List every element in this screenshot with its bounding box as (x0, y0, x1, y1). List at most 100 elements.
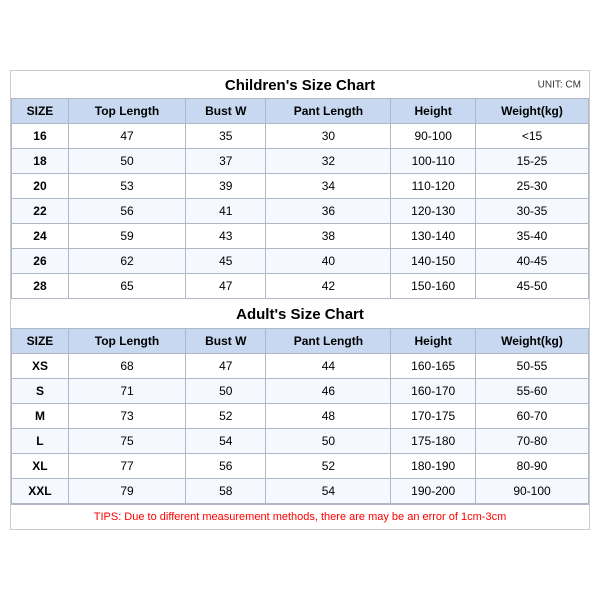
tips-text: TIPS: Due to different measurement metho… (94, 511, 506, 523)
data-cell: 170-175 (391, 404, 476, 429)
size-cell: 26 (12, 249, 69, 274)
data-cell: 50 (68, 149, 185, 174)
data-cell: 50 (266, 429, 391, 454)
data-cell: 47 (68, 124, 185, 149)
data-cell: 30-35 (476, 199, 589, 224)
size-cell: XXL (12, 479, 69, 504)
data-cell: 36 (266, 199, 391, 224)
table-row: 26624540140-15040-45 (12, 249, 589, 274)
data-cell: 34 (266, 174, 391, 199)
data-cell: 70-80 (476, 429, 589, 454)
table-row: M735248170-17560-70 (12, 404, 589, 429)
size-cell: S (12, 379, 69, 404)
adult-chart-section: Adult's Size Chart SIZE Top Length Bust … (11, 299, 589, 504)
data-cell: 62 (68, 249, 185, 274)
data-cell: 43 (186, 224, 266, 249)
col-height: Height (391, 99, 476, 124)
data-cell: 39 (186, 174, 266, 199)
data-cell: 15-25 (476, 149, 589, 174)
children-title-row: Children's Size Chart UNIT: CM (11, 71, 589, 98)
data-cell: 130-140 (391, 224, 476, 249)
table-row: 22564136120-13030-35 (12, 199, 589, 224)
table-row: XS684744160-16550-55 (12, 354, 589, 379)
data-cell: 37 (186, 149, 266, 174)
data-cell: 44 (266, 354, 391, 379)
data-cell: 47 (186, 274, 266, 299)
col-weight: Weight(kg) (476, 99, 589, 124)
adult-table: Adult's Size Chart SIZE Top Length Bust … (11, 299, 589, 504)
table-row: XL775652180-19080-90 (12, 454, 589, 479)
data-cell: 75 (68, 429, 185, 454)
data-cell: 35 (186, 124, 266, 149)
size-cell: 20 (12, 174, 69, 199)
data-cell: 120-130 (391, 199, 476, 224)
data-cell: 53 (68, 174, 185, 199)
data-cell: 79 (68, 479, 185, 504)
data-cell: 50 (186, 379, 266, 404)
data-cell: 25-30 (476, 174, 589, 199)
size-cell: L (12, 429, 69, 454)
data-cell: 45-50 (476, 274, 589, 299)
data-cell: 90-100 (476, 479, 589, 504)
data-cell: 180-190 (391, 454, 476, 479)
data-cell: 48 (266, 404, 391, 429)
children-table: SIZE Top Length Bust W Pant Length Heigh… (11, 98, 589, 299)
data-cell: 68 (68, 354, 185, 379)
size-cell: 22 (12, 199, 69, 224)
table-row: XXL795854190-20090-100 (12, 479, 589, 504)
data-cell: 90-100 (391, 124, 476, 149)
adult-col-top-length: Top Length (68, 329, 185, 354)
data-cell: 52 (266, 454, 391, 479)
table-row: 24594338130-14035-40 (12, 224, 589, 249)
size-cell: M (12, 404, 69, 429)
data-cell: 52 (186, 404, 266, 429)
data-cell: 160-170 (391, 379, 476, 404)
data-cell: 42 (266, 274, 391, 299)
data-cell: 59 (68, 224, 185, 249)
data-cell: 40 (266, 249, 391, 274)
data-cell: 140-150 (391, 249, 476, 274)
size-cell: XL (12, 454, 69, 479)
data-cell: 54 (266, 479, 391, 504)
size-cell: 18 (12, 149, 69, 174)
table-row: L755450175-18070-80 (12, 429, 589, 454)
data-cell: 38 (266, 224, 391, 249)
table-row: 28654742150-16045-50 (12, 274, 589, 299)
data-cell: 175-180 (391, 429, 476, 454)
size-cell: 28 (12, 274, 69, 299)
adult-col-pant-length: Pant Length (266, 329, 391, 354)
data-cell: 190-200 (391, 479, 476, 504)
size-cell: 24 (12, 224, 69, 249)
data-cell: 50-55 (476, 354, 589, 379)
adult-col-height: Height (391, 329, 476, 354)
data-cell: <15 (476, 124, 589, 149)
col-size: SIZE (12, 99, 69, 124)
data-cell: 150-160 (391, 274, 476, 299)
col-bust-w: Bust W (186, 99, 266, 124)
adult-header-row: SIZE Top Length Bust W Pant Length Heigh… (12, 329, 589, 354)
data-cell: 45 (186, 249, 266, 274)
tips-row: TIPS: Due to different measurement metho… (11, 504, 589, 529)
data-cell: 55-60 (476, 379, 589, 404)
children-chart-section: Children's Size Chart UNIT: CM SIZE Top … (11, 71, 589, 299)
data-cell: 47 (186, 354, 266, 379)
children-header-row: SIZE Top Length Bust W Pant Length Heigh… (12, 99, 589, 124)
data-cell: 56 (186, 454, 266, 479)
data-cell: 41 (186, 199, 266, 224)
col-pant-length: Pant Length (266, 99, 391, 124)
adult-col-size: SIZE (12, 329, 69, 354)
data-cell: 110-120 (391, 174, 476, 199)
data-cell: 58 (186, 479, 266, 504)
adult-col-weight: Weight(kg) (476, 329, 589, 354)
table-row: 1647353090-100<15 (12, 124, 589, 149)
data-cell: 40-45 (476, 249, 589, 274)
data-cell: 56 (68, 199, 185, 224)
data-cell: 30 (266, 124, 391, 149)
col-top-length: Top Length (68, 99, 185, 124)
adult-title-row: Adult's Size Chart (12, 299, 589, 329)
data-cell: 77 (68, 454, 185, 479)
data-cell: 35-40 (476, 224, 589, 249)
data-cell: 160-165 (391, 354, 476, 379)
adult-col-bust-w: Bust W (186, 329, 266, 354)
size-chart-container: Children's Size Chart UNIT: CM SIZE Top … (10, 70, 590, 530)
